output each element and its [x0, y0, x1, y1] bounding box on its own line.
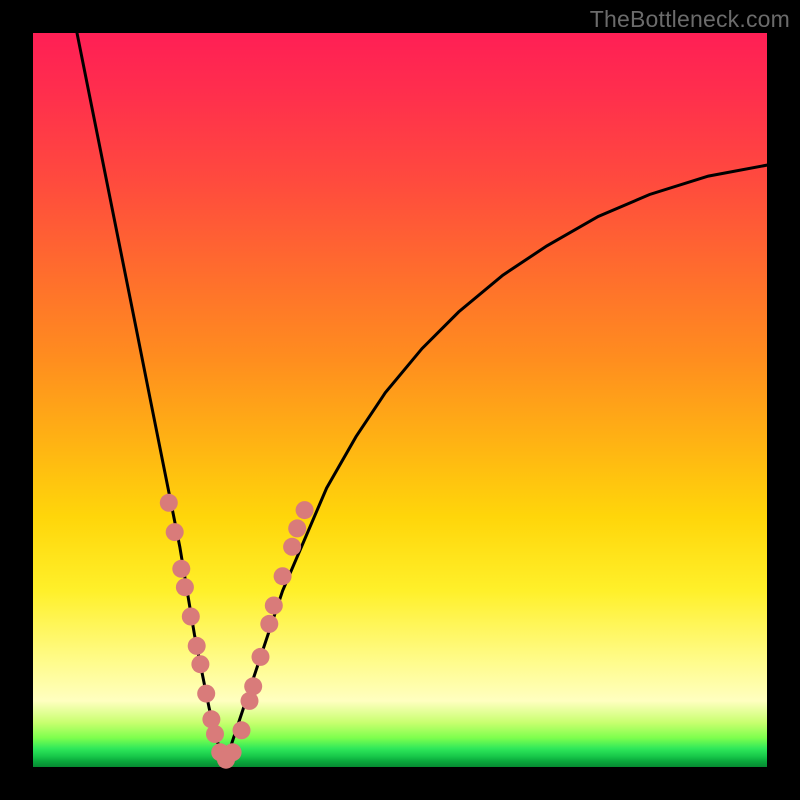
bottleneck-curve-right	[224, 165, 767, 762]
highlight-dot	[166, 523, 184, 541]
curve-svg	[33, 33, 767, 767]
highlight-dot	[182, 608, 200, 626]
highlight-dot	[252, 648, 270, 666]
highlight-dot	[244, 677, 262, 695]
highlight-dot	[188, 637, 206, 655]
highlight-dot	[197, 685, 215, 703]
highlight-dot	[233, 721, 251, 739]
highlight-dot	[224, 743, 242, 761]
plot-area	[33, 33, 767, 767]
highlight-dot	[265, 597, 283, 615]
highlight-dot	[206, 725, 224, 743]
highlight-dot	[296, 501, 314, 519]
chart-frame: TheBottleneck.com	[0, 0, 800, 800]
highlight-dots	[160, 494, 314, 769]
highlight-dot	[172, 560, 190, 578]
highlight-dot	[260, 615, 278, 633]
highlight-dot	[191, 655, 209, 673]
highlight-dot	[176, 578, 194, 596]
watermark-text: TheBottleneck.com	[590, 6, 790, 33]
highlight-dot	[160, 494, 178, 512]
highlight-dot	[288, 519, 306, 537]
highlight-dot	[274, 567, 292, 585]
highlight-dot	[283, 538, 301, 556]
